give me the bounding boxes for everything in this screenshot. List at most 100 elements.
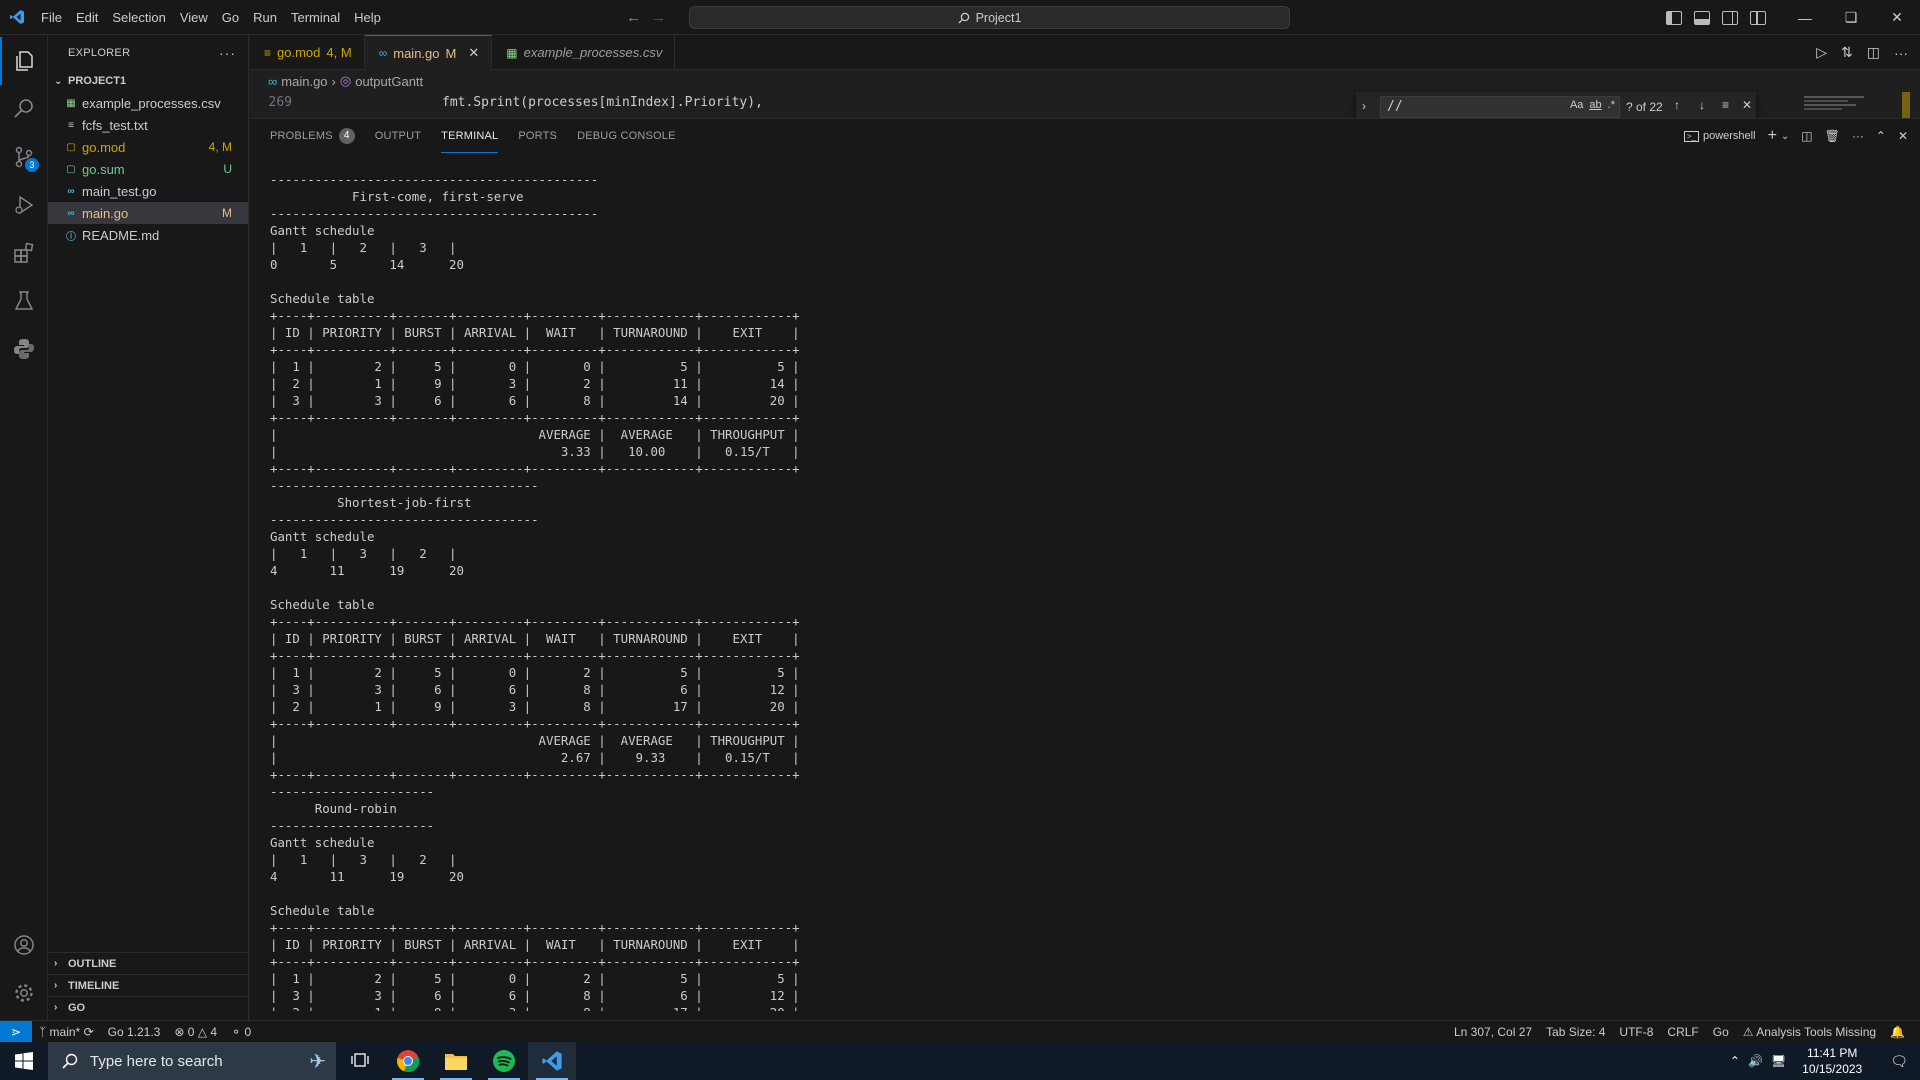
menu-selection[interactable]: Selection: [105, 0, 172, 35]
close-tab-icon[interactable]: ✕: [468, 45, 479, 61]
customize-layout-icon[interactable]: [1750, 10, 1766, 25]
explorer-icon[interactable]: [0, 37, 48, 85]
command-center[interactable]: Project1: [689, 6, 1290, 29]
source-control-icon[interactable]: 3: [0, 133, 48, 181]
more-actions-icon[interactable]: ···: [219, 45, 236, 61]
more-actions-icon[interactable]: ···: [1852, 129, 1864, 143]
tab-terminal[interactable]: TERMINAL: [441, 119, 499, 153]
chrome-icon[interactable]: [384, 1042, 432, 1080]
find-input[interactable]: // Aa ab .*: [1380, 96, 1620, 118]
split-editor-icon[interactable]: ◫: [1867, 44, 1880, 61]
tab-example-processes-csv[interactable]: ▦ example_processes.csv: [492, 35, 676, 70]
menu-go[interactable]: Go: [215, 0, 246, 35]
network-icon[interactable]: 🖥: [1771, 1054, 1786, 1068]
back-arrow-icon[interactable]: ←: [626, 9, 641, 26]
terminal-output[interactable]: ----------------------------------------…: [270, 171, 1890, 1011]
testing-icon[interactable]: [0, 277, 48, 325]
menu-terminal[interactable]: Terminal: [284, 0, 347, 35]
notifications-bell-icon[interactable]: 🔔: [1883, 1025, 1912, 1039]
regex-toggle[interactable]: .*: [1608, 99, 1615, 111]
tab-main-go[interactable]: ∞ main.go M ✕: [364, 35, 493, 70]
notification-center-icon[interactable]: 🗨: [1878, 1053, 1920, 1070]
open-changes-icon[interactable]: ⇅: [1841, 44, 1853, 61]
match-word-toggle[interactable]: ab: [1589, 99, 1601, 111]
file-explorer-icon[interactable]: [432, 1042, 480, 1080]
timeline-section[interactable]: › TIMELINE: [48, 974, 249, 996]
chevron-down-icon[interactable]: ⌄: [1781, 131, 1789, 142]
tab-debug-console[interactable]: DEBUG CONSOLE: [577, 119, 676, 153]
ports-indicator[interactable]: ⚬ 0: [224, 1025, 258, 1039]
go-version[interactable]: Go 1.21.3: [101, 1025, 168, 1039]
toggle-secondary-sidebar-icon[interactable]: [1722, 10, 1738, 25]
file-go-sum[interactable]: ▢ go.sum U: [48, 158, 248, 180]
kill-terminal-icon[interactable]: 🗑: [1825, 129, 1840, 143]
toggle-primary-sidebar-icon[interactable]: [1666, 10, 1682, 25]
minimap[interactable]: [1790, 92, 1910, 118]
editor-tabs: ≡ go.mod 4, M ∞ main.go M ✕ ▦ example_pr…: [250, 35, 1920, 70]
menu-file[interactable]: File: [34, 0, 69, 35]
task-view-icon[interactable]: [336, 1042, 384, 1080]
clock[interactable]: 11:41 PM 10/15/2023: [1794, 1045, 1870, 1077]
end-of-line[interactable]: CRLF: [1660, 1025, 1705, 1039]
terminal-shell-selector[interactable]: >_ powershell: [1683, 130, 1756, 142]
vscode-taskbar-icon[interactable]: [528, 1042, 576, 1080]
menu-view[interactable]: View: [173, 0, 215, 35]
maximize-panel-icon[interactable]: ⌃: [1876, 129, 1886, 143]
language-mode[interactable]: Go: [1706, 1025, 1736, 1039]
branch-indicator[interactable]: ᛉ main* ⟳: [32, 1025, 101, 1039]
analysis-tools-status[interactable]: ⚠ Analysis Tools Missing: [1736, 1025, 1883, 1039]
tab-size[interactable]: Tab Size: 4: [1539, 1025, 1612, 1039]
new-terminal-icon[interactable]: +: [1768, 127, 1777, 145]
close-find-icon[interactable]: ✕: [1742, 98, 1752, 112]
volume-icon[interactable]: 🔊: [1748, 1054, 1763, 1068]
outline-section[interactable]: › OUTLINE: [48, 952, 249, 974]
toggle-replace-icon[interactable]: ›: [1362, 99, 1366, 113]
breadcrumb-file[interactable]: main.go: [281, 74, 327, 89]
file-go-mod[interactable]: ▢ go.mod 4, M: [48, 136, 248, 158]
tab-ports[interactable]: PORTS: [518, 119, 557, 153]
restore-button[interactable]: ❏: [1828, 0, 1874, 35]
file-main-test-go[interactable]: ∞ main_test.go: [48, 180, 248, 202]
problems-indicator[interactable]: ⊗ 0 △ 4: [167, 1025, 224, 1039]
file-main-go[interactable]: ∞ main.go M: [48, 202, 248, 224]
search-icon[interactable]: [0, 85, 48, 133]
menu-edit[interactable]: Edit: [69, 0, 105, 35]
split-terminal-icon[interactable]: ◫: [1801, 129, 1812, 143]
error-icon: ⊗: [174, 1024, 185, 1039]
close-panel-icon[interactable]: ✕: [1898, 129, 1908, 143]
menu-help[interactable]: Help: [347, 0, 388, 35]
tab-output[interactable]: OUTPUT: [375, 119, 421, 153]
run-debug-icon[interactable]: [0, 181, 48, 229]
file-readme-md[interactable]: ⓘ README.md: [48, 224, 248, 246]
minimize-button[interactable]: —: [1782, 0, 1828, 35]
taskbar-search-box[interactable]: Type here to search ✈: [48, 1042, 336, 1080]
toggle-panel-icon[interactable]: [1694, 10, 1710, 25]
extensions-icon[interactable]: [0, 229, 48, 277]
encoding[interactable]: UTF-8: [1612, 1025, 1660, 1039]
next-match-icon[interactable]: ↓: [1699, 98, 1705, 112]
menu-run[interactable]: Run: [246, 0, 284, 35]
cursor-position[interactable]: Ln 307, Col 27: [1447, 1025, 1539, 1039]
manage-gear-icon[interactable]: [0, 969, 48, 1017]
windows-start-icon[interactable]: [0, 1042, 48, 1080]
project-folder[interactable]: ⌄ PROJECT1: [48, 70, 248, 92]
accounts-icon[interactable]: [0, 921, 48, 969]
breadcrumb-symbol[interactable]: outputGantt: [355, 74, 423, 89]
editor-code-area[interactable]: 269 fmt.Sprint(processes[minIndex].Prior…: [250, 92, 1350, 116]
file-fcfs-test-txt[interactable]: ≡ fcfs_test.txt: [48, 114, 248, 136]
more-actions-icon[interactable]: ···: [1894, 45, 1908, 61]
forward-arrow-icon[interactable]: →: [651, 9, 666, 26]
match-case-toggle[interactable]: Aa: [1570, 99, 1583, 111]
find-in-selection-icon[interactable]: ≡: [1722, 98, 1729, 112]
go-section[interactable]: › GO: [48, 996, 249, 1018]
remote-indicator-icon[interactable]: ⋗: [0, 1020, 32, 1043]
spotify-icon[interactable]: [480, 1042, 528, 1080]
previous-match-icon[interactable]: ↑: [1674, 98, 1680, 112]
close-window-button[interactable]: ✕: [1874, 0, 1920, 35]
run-file-icon[interactable]: ▷: [1816, 44, 1827, 61]
file-example-processes-csv[interactable]: ▦ example_processes.csv: [48, 92, 248, 114]
tab-problems[interactable]: PROBLEMS 4: [270, 119, 355, 153]
tab-go-mod[interactable]: ≡ go.mod 4, M: [250, 35, 365, 70]
python-icon[interactable]: [0, 325, 48, 373]
show-hidden-icons-icon[interactable]: ⌃: [1730, 1054, 1740, 1068]
